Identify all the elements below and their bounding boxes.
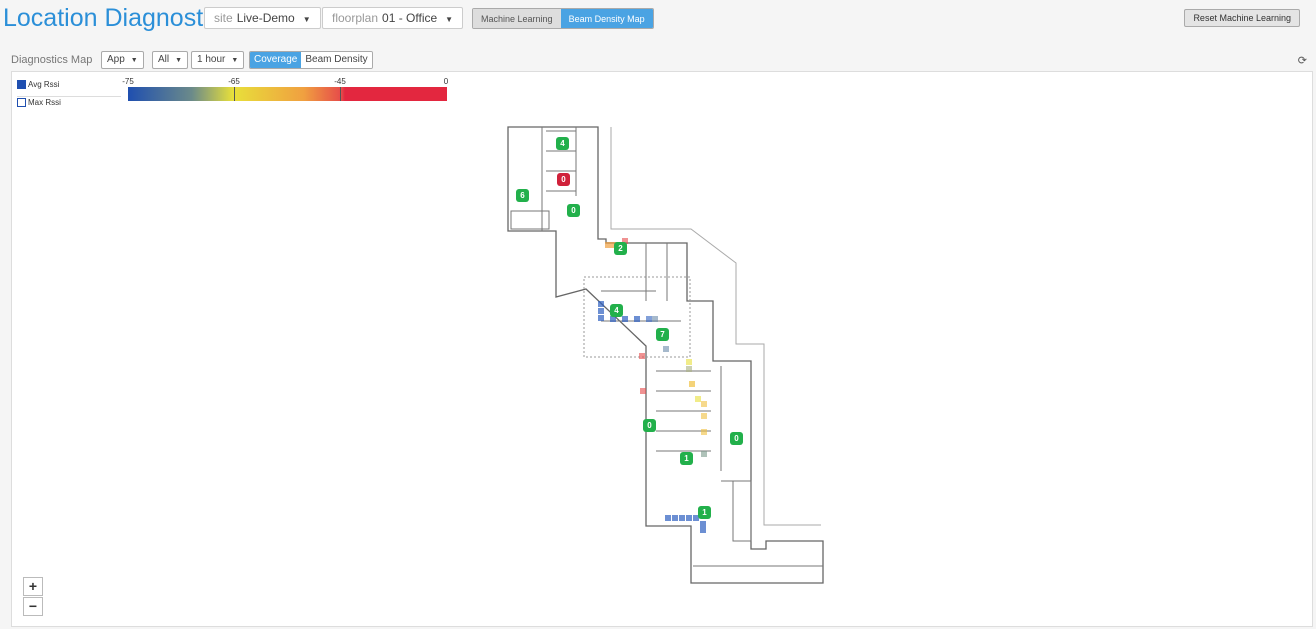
ap-marker[interactable]: 0: [643, 419, 656, 432]
ap-marker[interactable]: 0: [557, 173, 570, 186]
zoom-in-button[interactable]: +: [23, 577, 43, 596]
floorplan-select[interactable]: floorplan 01 - Office ▼: [322, 7, 464, 29]
caret-down-icon: ▼: [231, 57, 239, 64]
tab-coverage[interactable]: Coverage: [250, 52, 302, 68]
site-key: site: [214, 11, 233, 25]
zoom-out-button[interactable]: −: [23, 597, 43, 616]
caret-down-icon: ▼: [130, 57, 138, 64]
caret-down-icon: ▼: [175, 57, 183, 64]
floorplan-key: floorplan: [332, 11, 379, 25]
diagnostics-map[interactable]: Avg Rssi Max Rssi -75 -65 -45 0 4 0 6 0 …: [11, 71, 1313, 627]
reset-machine-learning-button[interactable]: Reset Machine Learning: [1184, 9, 1300, 27]
site-value: Live-Demo: [236, 11, 295, 25]
floorplan-value: 01 - Office: [382, 11, 438, 25]
ap-marker[interactable]: 4: [556, 137, 569, 150]
ap-marker[interactable]: 0: [730, 432, 743, 445]
time-select[interactable]: 1 hour ▼: [191, 51, 245, 69]
tab-machine-learning[interactable]: Machine Learning: [473, 9, 561, 28]
diagnostics-map-label: Diagnostics Map: [11, 54, 93, 66]
tab-beam-density[interactable]: Beam Density: [301, 52, 372, 68]
app-value: App: [107, 54, 125, 65]
app-select[interactable]: App ▼: [101, 51, 144, 69]
ap-marker[interactable]: 4: [610, 304, 623, 317]
ap-marker[interactable]: 0: [567, 204, 580, 217]
floorplan-drawing: [507, 126, 824, 584]
caret-down-icon: ▼: [445, 15, 454, 24]
ap-marker[interactable]: 2: [614, 242, 627, 255]
refresh-icon[interactable]: ⟳: [1298, 54, 1307, 67]
time-value: 1 hour: [197, 54, 226, 65]
all-value: All: [158, 54, 170, 65]
site-select[interactable]: site Live-Demo ▼: [204, 7, 321, 29]
ap-marker[interactable]: 7: [656, 328, 669, 341]
ap-marker[interactable]: 1: [680, 452, 693, 465]
mode-tabs: Machine Learning Beam Density Map: [472, 8, 654, 29]
ap-marker[interactable]: 6: [516, 189, 529, 202]
caret-down-icon: ▼: [302, 15, 311, 24]
tab-beam-density-map[interactable]: Beam Density Map: [560, 9, 653, 28]
page-title: Location Diagnostics: [3, 4, 234, 32]
all-select[interactable]: All ▼: [152, 51, 189, 69]
ap-marker[interactable]: 1: [698, 506, 711, 519]
view-tabs: Coverage Beam Density: [249, 51, 373, 69]
